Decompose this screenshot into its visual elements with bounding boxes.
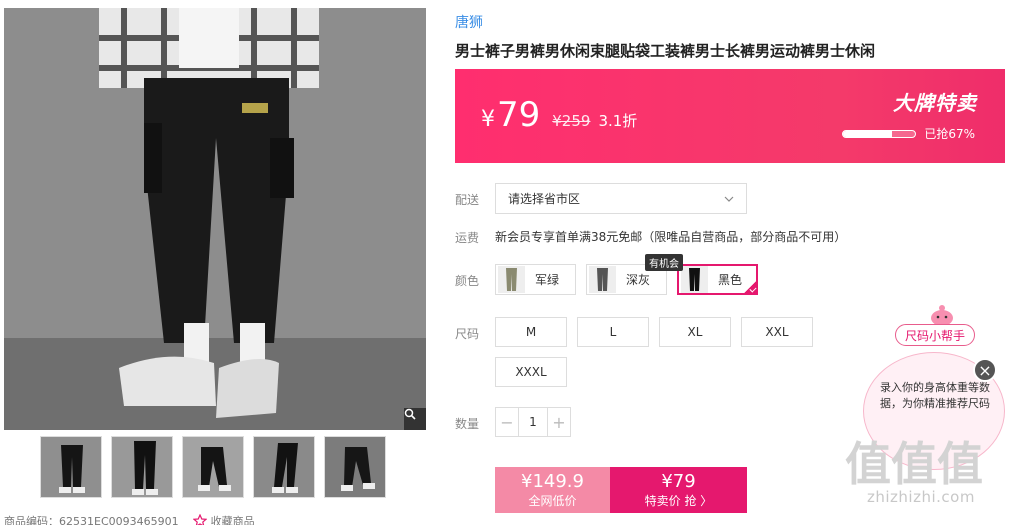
magnifier-icon [404,408,416,420]
color-option-black[interactable]: 黑色 [677,264,758,295]
brand-link[interactable]: 唐狮 [455,12,483,32]
shipping-label: 配送 [455,193,480,207]
close-icon: × [978,360,992,380]
sale-price: 79 [497,95,541,135]
sold-progress-bar [842,129,917,138]
color-swatch [589,266,616,293]
site-watermark: 值值值 zhizhizhi.com [845,440,1014,525]
market-price-label: 全网低价 [528,494,577,508]
increase-button[interactable]: + [548,408,570,436]
thumbnail-image [325,437,385,497]
size-label: 尺码 [455,327,480,341]
buy-now-button[interactable]: ¥79 特卖价 抢 〉 [610,467,747,513]
main-product-image[interactable] [4,8,426,430]
buy-panel: ¥149.9 全网低价 ¥79 特卖价 抢 〉 [495,467,747,513]
close-button[interactable]: × [973,358,997,382]
region-select-text: 请选择省市区 [508,192,581,206]
special-price: ¥79 [661,471,696,492]
product-title: 男士裤子男裤男休闲束腿贴袋工装裤男士长裤男运动裤男士休闲 [455,42,876,60]
color-option-army-green[interactable]: 军绿 [495,264,576,295]
color-label: 颜色 [455,274,480,288]
original-price: ¥259 [552,112,591,130]
promo-title: 大牌特卖 [893,91,977,115]
color-option-label: 深灰 [626,273,651,287]
product-code: 商品编码：62531EC0093465901 [4,515,179,525]
size-option-l[interactable]: L [577,317,649,347]
product-meta: 商品编码：62531EC0093465901 收藏商品 [4,513,255,525]
sold-progress: 已抢67% [842,125,975,142]
region-select[interactable]: 请选择省市区 [495,183,747,214]
color-swatch [681,266,708,293]
sold-label: 已抢67% [924,127,975,141]
color-options: 军绿 深灰 黑色 [495,264,758,295]
buy-now-label: 特卖价 抢 〉 [644,494,713,508]
color-swatch [498,266,525,293]
swatch-image [681,266,708,293]
helper-title[interactable]: 尺码小帮手 [895,324,976,346]
chance-tag: 有机会 [645,254,683,271]
thumbnail[interactable] [111,436,173,498]
price-group: ¥ 79 ¥259 3.1折 [481,95,637,135]
thumbnail[interactable] [324,436,386,498]
quantity-input[interactable]: 1 [518,408,548,436]
market-price-box: ¥149.9 全网低价 [495,467,610,513]
size-option-xxl[interactable]: XXL [741,317,813,347]
discount-rate: 3.1折 [598,112,638,130]
market-price: ¥149.9 [521,471,584,492]
watermark-logo: 值值值 [845,437,983,491]
helper-text: 录入你的身高体重等数据，为你精准推荐尺码 [880,381,990,410]
favorite-button[interactable]: 收藏商品 [192,513,255,525]
thumbnail[interactable] [253,436,315,498]
size-option-xl[interactable]: XL [659,317,731,347]
thumbnail-image [41,437,101,497]
size-options: M L XL XXL XXXL [495,317,825,387]
watermark-url: zhizhizhi.com [867,488,975,506]
product-page: 商品编码：62531EC0093465901 收藏商品 唐狮 男士裤子男裤男休闲… [0,0,1014,525]
chevron-down-icon [724,196,734,202]
decrease-button[interactable]: − [496,408,518,436]
mascot-icon [931,305,953,326]
quantity-stepper: − 1 + [495,407,571,437]
freight-text: 新会员专享首单满38元免邮（限唯品自营商品，部分商品不可用） [495,230,847,244]
color-option-label: 黑色 [718,273,743,287]
pants-photo [4,8,426,430]
thumbnail-image [183,437,243,497]
freight-label: 运费 [455,231,480,245]
color-option-label: 军绿 [535,273,560,287]
swatch-image [498,266,525,293]
sold-progress-fill [843,130,892,137]
size-option-xxxl[interactable]: XXXL [495,357,567,387]
swatch-image [589,266,616,293]
price-banner: ¥ 79 ¥259 3.1折 大牌特卖 已抢67% [455,69,1005,163]
size-option-m[interactable]: M [495,317,567,347]
thumbnail[interactable] [40,436,102,498]
thumbnail-image [112,437,172,497]
thumbnail-image [254,437,314,497]
thumbnail[interactable] [182,436,244,498]
thumbnail-strip [40,436,386,498]
zoom-button[interactable] [404,408,426,430]
selected-check-icon [743,280,757,294]
star-icon [192,514,207,525]
quantity-label: 数量 [455,417,480,431]
favorite-label: 收藏商品 [210,515,255,525]
currency-symbol: ¥ [481,107,495,132]
